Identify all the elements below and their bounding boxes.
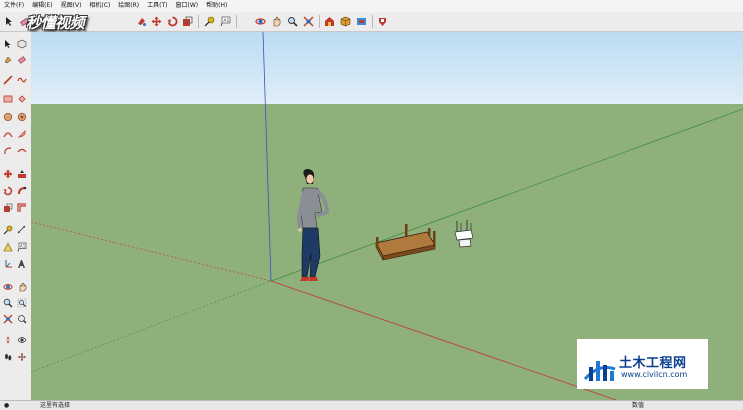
menu-draw[interactable]: 绘图(R): [114, 0, 143, 12]
eraser-icon[interactable]: [16, 54, 28, 66]
extension-icon[interactable]: [376, 15, 389, 28]
toolbar-separator: [198, 15, 199, 28]
zoom-icon[interactable]: [2, 297, 14, 309]
warehouse-icon[interactable]: [323, 15, 336, 28]
followme-icon[interactable]: [16, 185, 28, 197]
rotated-rect-icon[interactable]: [16, 93, 28, 105]
circle-icon[interactable]: [2, 111, 14, 123]
tape-icon[interactable]: [203, 15, 216, 28]
move-icon[interactable]: [150, 15, 163, 28]
tape-icon[interactable]: [2, 224, 14, 236]
look-around-icon[interactable]: [16, 334, 28, 346]
svg-text:A1: A1: [20, 243, 26, 248]
zoom-extents-icon[interactable]: [2, 313, 14, 325]
paint-icon[interactable]: [135, 15, 148, 28]
pan-icon[interactable]: [270, 15, 283, 28]
sky: [31, 32, 743, 104]
position-camera-icon[interactable]: [2, 334, 14, 346]
text-icon[interactable]: A1: [16, 241, 28, 253]
pan-icon[interactable]: [16, 281, 28, 293]
status-measure-label: 数值: [632, 402, 645, 409]
text-icon[interactable]: A1: [219, 15, 232, 28]
section-icon[interactable]: [16, 351, 28, 363]
site-logo: 土木工程网 www.civilcn.com: [577, 339, 708, 389]
video-watermark: 秒懂视频: [26, 13, 85, 32]
left-tool-palette: A1: [0, 32, 32, 400]
select-icon[interactable]: [3, 15, 16, 28]
protractor-icon[interactable]: [2, 241, 14, 253]
pie-icon[interactable]: [16, 128, 28, 140]
arc2-icon[interactable]: [16, 145, 28, 157]
select-icon[interactable]: [2, 38, 14, 50]
component-icon[interactable]: [16, 38, 28, 50]
menu-view[interactable]: 视图(V): [57, 0, 86, 12]
rectangle-icon[interactable]: [2, 93, 14, 105]
menu-tools[interactable]: 工具(T): [143, 0, 171, 12]
zoom-icon[interactable]: [286, 15, 299, 28]
logo-url: www.civilcn.com: [621, 370, 688, 379]
menu-window[interactable]: 窗口(W): [172, 0, 203, 12]
arc3-icon[interactable]: [2, 145, 14, 157]
main-toolbar: A1: [0, 12, 743, 32]
pushpull-icon[interactable]: [16, 168, 28, 180]
toolbar-separator: [236, 15, 237, 28]
menu-edit[interactable]: 编辑(E): [28, 0, 56, 12]
freehand-icon[interactable]: [16, 74, 28, 86]
toolbar-separator: [319, 15, 320, 28]
rotate-icon[interactable]: [2, 185, 14, 197]
menu-help[interactable]: 帮助(H): [202, 0, 231, 12]
dimension-icon[interactable]: [16, 224, 28, 236]
zoom-extents-icon[interactable]: [302, 15, 315, 28]
polygon-icon[interactable]: [16, 111, 28, 123]
paint-icon[interactable]: [2, 54, 14, 66]
prev-view-icon[interactable]: [16, 313, 28, 325]
arc-icon[interactable]: [2, 128, 14, 140]
menu-camera[interactable]: 相机(C): [85, 0, 114, 12]
menu-file[interactable]: 文件(F): [0, 0, 28, 12]
line-icon[interactable]: [2, 74, 14, 86]
zoom-window-icon[interactable]: [16, 297, 28, 309]
extension-icon[interactable]: [355, 15, 368, 28]
logo-title: 土木工程网: [619, 356, 687, 371]
status-info-icon: ●: [4, 402, 10, 409]
menu-bar: 文件(F) 编辑(E) 视图(V) 相机(C) 绘图(R) 工具(T) 窗口(W…: [0, 0, 743, 12]
component-icon[interactable]: [339, 15, 352, 28]
walk-icon[interactable]: [2, 351, 14, 363]
move-icon[interactable]: [2, 168, 14, 180]
scale-icon[interactable]: [181, 15, 194, 28]
rotate-icon[interactable]: [166, 15, 179, 28]
toolbar-separator: [372, 15, 373, 28]
status-hint: 这里有选择: [40, 402, 71, 409]
axes-icon[interactable]: [2, 258, 14, 270]
3dtext-icon[interactable]: [16, 258, 28, 270]
scale-icon[interactable]: [2, 202, 14, 214]
orbit-icon[interactable]: [2, 281, 14, 293]
svg-text:A1: A1: [223, 18, 229, 24]
offset-icon[interactable]: [16, 202, 28, 214]
bars-logo-icon: [583, 361, 616, 381]
orbit-icon[interactable]: [254, 15, 267, 28]
